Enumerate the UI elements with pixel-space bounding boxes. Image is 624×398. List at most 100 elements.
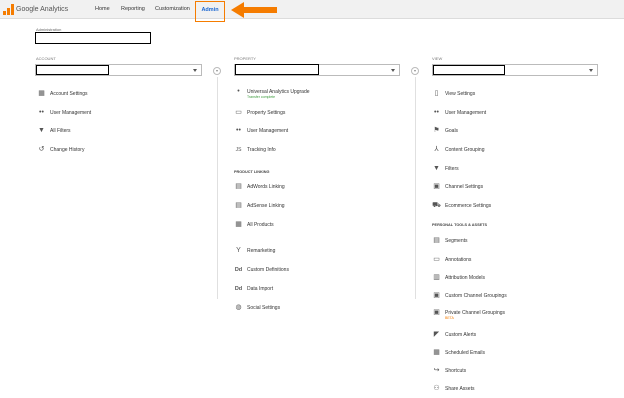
custom-definitions-link[interactable]: Dd Custom Definitions bbox=[234, 266, 289, 277]
menu-label: Shortcuts bbox=[445, 368, 467, 374]
private-channel-label: Private Channel Groupings BETA bbox=[445, 309, 505, 321]
menu-label: All Products bbox=[247, 222, 274, 228]
view-user-management-link[interactable]: •• User Management bbox=[432, 109, 486, 120]
products-icon: ▦ bbox=[235, 221, 242, 228]
private-channel-groupings-link[interactable]: ▣ Private Channel Groupings BETA bbox=[432, 309, 505, 320]
scheduled-emails-link[interactable]: ▦ Scheduled Emails bbox=[432, 349, 485, 360]
data-import-link[interactable]: Dd Data Import bbox=[234, 285, 273, 296]
menu-label: Remarketing bbox=[247, 248, 276, 254]
tab-home[interactable]: Home bbox=[95, 0, 110, 19]
megaphone-icon: ◤ bbox=[433, 331, 440, 338]
menu-label: Share Assets bbox=[445, 386, 475, 392]
redacted-account-name bbox=[35, 32, 151, 44]
menu-label: Channel Settings bbox=[445, 184, 484, 190]
users-icon: •• bbox=[236, 127, 241, 134]
annotations-icon: ▭ bbox=[433, 256, 440, 263]
shortcuts-link[interactable]: ↪ Shortcuts bbox=[432, 367, 467, 378]
arrow-annotation-icon bbox=[231, 2, 277, 18]
menu-label: AdSense Linking bbox=[247, 203, 285, 209]
property-column-label: PROPERTY bbox=[234, 56, 256, 61]
menu-label: All Filters bbox=[50, 128, 71, 134]
column-divider bbox=[415, 77, 416, 299]
menu-label: Scheduled Emails bbox=[445, 350, 486, 356]
channel-icon: ▣ bbox=[433, 309, 440, 316]
menu-label: Segments bbox=[445, 238, 468, 244]
channel-icon: ▣ bbox=[433, 183, 440, 190]
remarketing-link[interactable]: Y Remarketing bbox=[234, 247, 275, 258]
building-icon: ▦ bbox=[38, 90, 45, 97]
top-nav-bar: Google Analytics Home Reporting Customiz… bbox=[0, 0, 624, 19]
redacted-account-select bbox=[36, 65, 109, 75]
menu-label: Attribution Models bbox=[445, 275, 486, 281]
menu-label: Ecommerce Settings bbox=[445, 203, 492, 209]
property-settings-link[interactable]: ▭ Property Settings bbox=[234, 109, 285, 120]
menu-label: Custom Channel Groupings bbox=[445, 293, 507, 299]
menu-label: Filters bbox=[445, 166, 459, 172]
account-settings-link[interactable]: ▦ Account Settings bbox=[37, 90, 87, 101]
beta-badge: BETA bbox=[445, 316, 454, 320]
upgrade-label: Universal Analytics Upgrade Transfer comp… bbox=[247, 88, 310, 100]
filter-icon: ▼ bbox=[38, 127, 45, 134]
tab-customization[interactable]: Customization bbox=[155, 0, 190, 19]
tab-reporting[interactable]: Reporting bbox=[121, 0, 145, 19]
property-user-management-link[interactable]: •• User Management bbox=[234, 127, 288, 138]
account-user-management-link[interactable]: •• User Management bbox=[37, 109, 91, 120]
all-filters-link[interactable]: ▼ All Filters bbox=[37, 127, 71, 138]
calendar-icon: ▦ bbox=[433, 349, 440, 356]
menu-label: Social Settings bbox=[247, 305, 281, 311]
adsense-linking-link[interactable]: ▤ AdSense Linking bbox=[234, 202, 285, 213]
chevron-down-icon bbox=[589, 69, 593, 72]
chevron-down-icon bbox=[193, 69, 197, 72]
channel-icon: ▣ bbox=[433, 292, 440, 299]
cart-icon: ⛟ bbox=[432, 202, 441, 209]
ecommerce-settings-link[interactable]: ⛟ Ecommerce Settings bbox=[432, 202, 491, 213]
account-collapse-icon[interactable] bbox=[213, 67, 221, 75]
google-analytics-logo[interactable]: Google Analytics bbox=[3, 3, 68, 16]
goals-link[interactable]: ⚑ Goals bbox=[432, 127, 458, 138]
menu-label: Custom Alerts bbox=[445, 332, 477, 338]
attribution-models-link[interactable]: ▥ Attribution Models bbox=[432, 274, 485, 285]
menu-label: Goals bbox=[445, 128, 459, 134]
filters-link[interactable]: ▼ Filters bbox=[432, 165, 459, 176]
all-products-link[interactable]: ▦ All Products bbox=[234, 221, 274, 232]
universal-analytics-upgrade-link[interactable]: • Universal Analytics Upgrade Transfer co… bbox=[234, 88, 310, 100]
document-icon: ▯ bbox=[434, 90, 439, 97]
custom-channel-groupings-link[interactable]: ▣ Custom Channel Groupings bbox=[432, 292, 507, 303]
channel-settings-link[interactable]: ▣ Channel Settings bbox=[432, 183, 483, 194]
adwords-icon: ▤ bbox=[235, 183, 242, 190]
annotations-link[interactable]: ▭ Annotations bbox=[432, 256, 471, 267]
dd-icon: Dd bbox=[234, 267, 243, 273]
menu-label: Property Settings bbox=[247, 110, 286, 116]
history-icon: ↺ bbox=[38, 146, 45, 153]
share-icon: ⚇ bbox=[433, 385, 440, 392]
tab-admin-label: Admin bbox=[201, 7, 219, 13]
bars-icon: ▥ bbox=[433, 274, 440, 281]
view-settings-link[interactable]: ▯ View Settings bbox=[432, 90, 476, 101]
users-icon: •• bbox=[39, 109, 44, 116]
menu-label: User Management bbox=[50, 110, 92, 116]
flag-icon: ⚑ bbox=[433, 127, 440, 134]
redacted-property-select bbox=[235, 64, 319, 75]
menu-label: User Management bbox=[247, 128, 289, 134]
content-grouping-link[interactable]: ⅄ Content Grouping bbox=[432, 146, 484, 157]
share-assets-link[interactable]: ⚇ Share Assets bbox=[432, 385, 474, 396]
dd-icon: Dd bbox=[234, 286, 243, 292]
custom-alerts-link[interactable]: ◤ Custom Alerts bbox=[432, 331, 476, 342]
adwords-linking-link[interactable]: ▤ AdWords Linking bbox=[234, 183, 285, 194]
filter-icon: ▼ bbox=[433, 165, 440, 172]
personal-tools-heading: PERSONAL TOOLS & ASSETS bbox=[432, 223, 487, 227]
globe-icon: ◍ bbox=[235, 304, 242, 311]
tracking-info-link[interactable]: JS Tracking Info bbox=[234, 146, 276, 157]
shortcut-icon: ↪ bbox=[433, 367, 440, 374]
view-column-label: VIEW bbox=[432, 56, 443, 61]
change-history-link[interactable]: ↺ Change History bbox=[37, 146, 85, 157]
property-collapse-icon[interactable] bbox=[411, 67, 419, 75]
person-icon: ⅄ bbox=[434, 146, 439, 153]
social-settings-link[interactable]: ◍ Social Settings bbox=[234, 304, 280, 315]
segments-link[interactable]: ▤ Segments bbox=[432, 237, 468, 248]
menu-label: Change History bbox=[50, 147, 85, 153]
tab-admin[interactable]: Admin bbox=[195, 1, 225, 22]
menu-label: Tracking Info bbox=[247, 147, 276, 153]
analytics-logo-icon bbox=[3, 4, 14, 15]
menu-label: Private Channel Groupings bbox=[445, 310, 506, 316]
